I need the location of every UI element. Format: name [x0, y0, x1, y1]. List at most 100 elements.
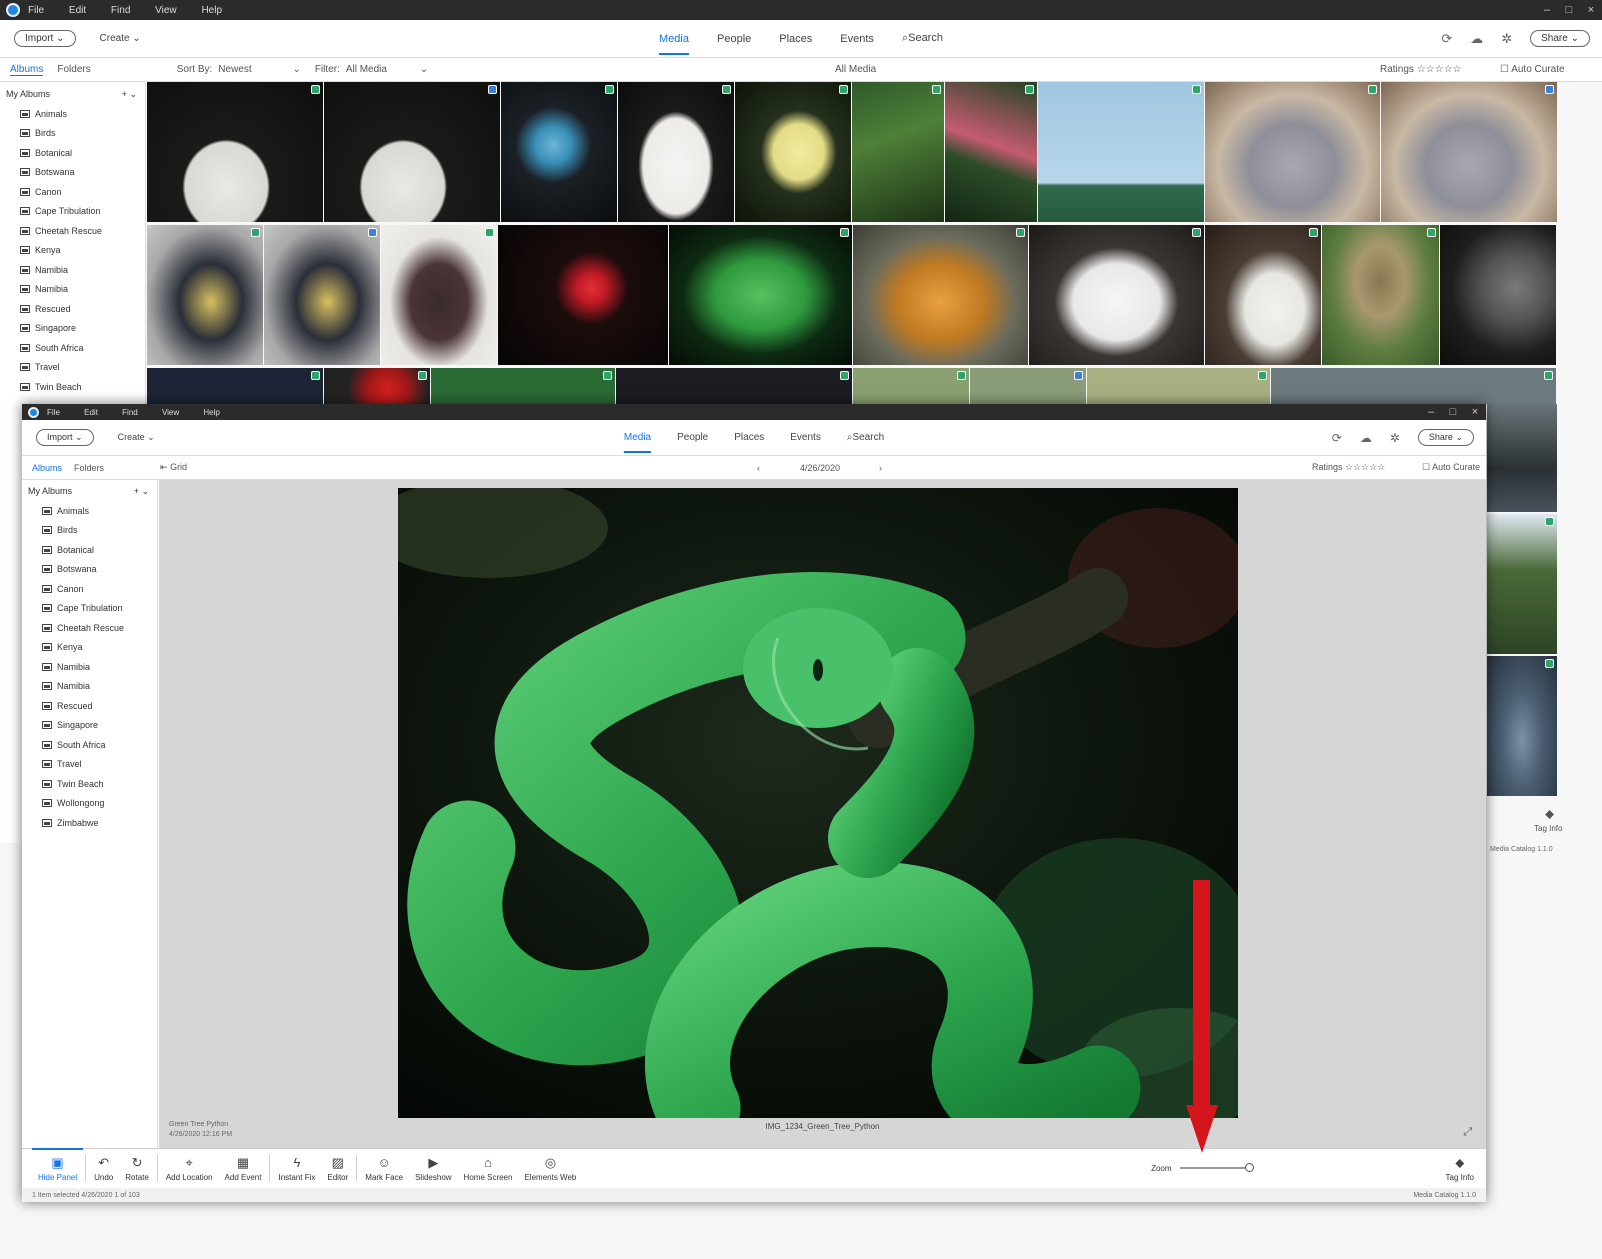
close-icon[interactable]: × [1580, 4, 1602, 16]
sidebar-item-album[interactable]: Botswana [22, 560, 157, 580]
tag-info-label-back[interactable]: Tag Info [1534, 824, 1562, 833]
menu-view[interactable]: View [155, 5, 177, 16]
green-tree-python-photo[interactable] [398, 488, 1238, 1118]
photo-thumbnail[interactable] [147, 82, 323, 222]
tab-media[interactable]: Media [659, 33, 689, 55]
sidebar-item-album[interactable]: Rescued [22, 696, 157, 716]
sidebar-item-album[interactable]: Twin Beach [0, 377, 145, 397]
menu-find[interactable]: Find [111, 5, 130, 16]
tab-events[interactable]: Events [790, 432, 821, 443]
photo-thumbnail[interactable] [616, 368, 852, 404]
settings-icon[interactable]: ✲ [1501, 31, 1512, 47]
add-album-icon[interactable]: + ⌄ [134, 486, 149, 497]
hide-panel-button[interactable]: ▣ Hide Panel [32, 1148, 84, 1188]
zoom-slider-thumb[interactable] [1244, 1163, 1254, 1172]
sidebar-item-album[interactable]: Rescued [0, 299, 145, 319]
add-album-icon[interactable]: + ⌄ [122, 89, 137, 100]
search-button[interactable]: ⌕Search [902, 32, 943, 45]
cloud-icon[interactable]: ☁ [1360, 431, 1372, 445]
menu-file[interactable]: File [28, 5, 44, 16]
photo-thumbnail[interactable] [669, 225, 852, 365]
sidebar-item-album[interactable]: South Africa [0, 338, 145, 358]
sidebar-item-album[interactable]: Birds [22, 521, 157, 541]
editor-button[interactable]: ▨ Editor [321, 1148, 354, 1188]
rating-stars[interactable]: ☆☆☆☆☆ [1417, 64, 1462, 75]
sidebar-item-album[interactable]: Kenya [0, 241, 145, 261]
sidebar-item-album[interactable]: Kenya [22, 638, 157, 658]
photo-thumbnail[interactable] [431, 368, 615, 404]
menu-file[interactable]: File [47, 408, 60, 417]
photo-thumbnail[interactable] [1487, 656, 1557, 796]
photo-thumbnail[interactable] [853, 225, 1028, 365]
rotate-button[interactable]: ↻ Rotate [119, 1148, 155, 1188]
photo-thumbnail[interactable] [264, 225, 380, 365]
photo-thumbnail[interactable] [1487, 514, 1557, 654]
photo-thumbnail[interactable] [1322, 225, 1439, 365]
tag-info-button[interactable]: ⬥ Tag Info [1440, 1148, 1480, 1188]
tab-folders[interactable]: Folders [74, 463, 104, 473]
home-screen-button[interactable]: ⌂ Home Screen [458, 1148, 519, 1188]
share-button[interactable]: Share ⌄ [1530, 30, 1590, 47]
sidebar-item-album[interactable]: Botanical [0, 143, 145, 163]
sidebar-item-album[interactable]: Twin Beach [22, 774, 157, 794]
rating-stars[interactable]: ☆☆☆☆☆ [1345, 462, 1385, 472]
photo-thumbnail[interactable] [1205, 82, 1380, 222]
close-icon[interactable]: × [1464, 406, 1486, 418]
sidebar-item-album[interactable]: Animals [22, 501, 157, 521]
photo-thumbnail[interactable] [147, 368, 323, 404]
photo-thumbnail[interactable] [381, 225, 497, 365]
sidebar-item-album[interactable]: Animals [0, 104, 145, 124]
import-button[interactable]: Import ⌄ [36, 429, 94, 446]
sidebar-item-album[interactable]: South Africa [22, 735, 157, 755]
back-to-grid-button[interactable]: ⇤ Grid [160, 462, 187, 473]
menu-view[interactable]: View [162, 408, 179, 417]
sidebar-item-album[interactable]: Namibia [22, 657, 157, 677]
sidebar-item-album[interactable]: Canon [0, 182, 145, 202]
sidebar-item-album[interactable]: Cheetah Rescue [22, 618, 157, 638]
photo-thumbnail[interactable] [324, 82, 500, 222]
add-event-button[interactable]: ▦ Add Event [219, 1148, 268, 1188]
share-button[interactable]: Share ⌄ [1417, 429, 1474, 446]
photo-thumbnail[interactable] [498, 225, 668, 365]
photo-thumbnail[interactable] [1205, 225, 1321, 365]
sidebar-item-album[interactable]: Cape Tribulation [0, 202, 145, 222]
tab-folders[interactable]: Folders [57, 64, 90, 75]
create-dropdown[interactable]: Create ⌄ [118, 432, 155, 443]
next-icon[interactable]: › [879, 463, 882, 473]
sidebar-item-album[interactable]: Namibia [0, 280, 145, 300]
elements-web-button[interactable]: ◎ Elements Web [518, 1148, 582, 1188]
photo-thumbnail[interactable] [147, 225, 263, 365]
sidebar-item-album[interactable]: Birds [0, 124, 145, 144]
sidebar-item-album[interactable]: Botswana [0, 163, 145, 183]
sidebar-item-album[interactable]: Travel [22, 755, 157, 775]
ratings-filter[interactable]: Ratings ☆☆☆☆☆ [1312, 462, 1385, 473]
ratings-filter[interactable]: Ratings ☆☆☆☆☆ [1380, 64, 1462, 75]
tab-media[interactable]: Media [623, 432, 652, 453]
photo-thumbnail[interactable] [1029, 225, 1204, 365]
sidebar-item-album[interactable]: Namibia [22, 677, 157, 697]
photo-thumbnail[interactable] [735, 82, 851, 222]
tag-icon[interactable]: ⬥ [1545, 806, 1554, 822]
photo-thumbnail[interactable] [945, 82, 1037, 222]
photo-thumbnail[interactable] [1381, 82, 1557, 222]
photo-thumbnail[interactable] [324, 368, 430, 404]
auto-curate-toggle[interactable]: ☐ Auto Curate [1422, 462, 1480, 473]
sidebar-item-album[interactable]: Cape Tribulation [22, 599, 157, 619]
tab-places[interactable]: Places [734, 432, 764, 443]
sync-icon[interactable]: ⟳ [1441, 31, 1452, 47]
minimize-icon[interactable]: – [1536, 4, 1558, 16]
maximize-icon[interactable]: □ [1442, 406, 1464, 418]
sidebar-item-album[interactable]: Canon [22, 579, 157, 599]
cloud-icon[interactable]: ☁ [1470, 31, 1483, 47]
previous-icon[interactable]: ‹ [757, 463, 760, 473]
sidebar-item-album[interactable]: Singapore [0, 319, 145, 339]
sidebar-item-album[interactable]: Wollongong [22, 794, 157, 814]
fullscreen-icon[interactable]: ⤢ [1463, 1126, 1472, 1139]
mark-face-button[interactable]: ☺ Mark Face [359, 1148, 409, 1188]
photo-thumbnail[interactable] [852, 82, 944, 222]
tab-people[interactable]: People [717, 33, 751, 45]
filter-dropdown[interactable]: All Media ⌄ [346, 64, 428, 75]
sidebar-item-album[interactable]: Botanical [22, 540, 157, 560]
sidebar-item-album[interactable]: Travel [0, 358, 145, 378]
tab-albums[interactable]: Albums [32, 463, 62, 473]
